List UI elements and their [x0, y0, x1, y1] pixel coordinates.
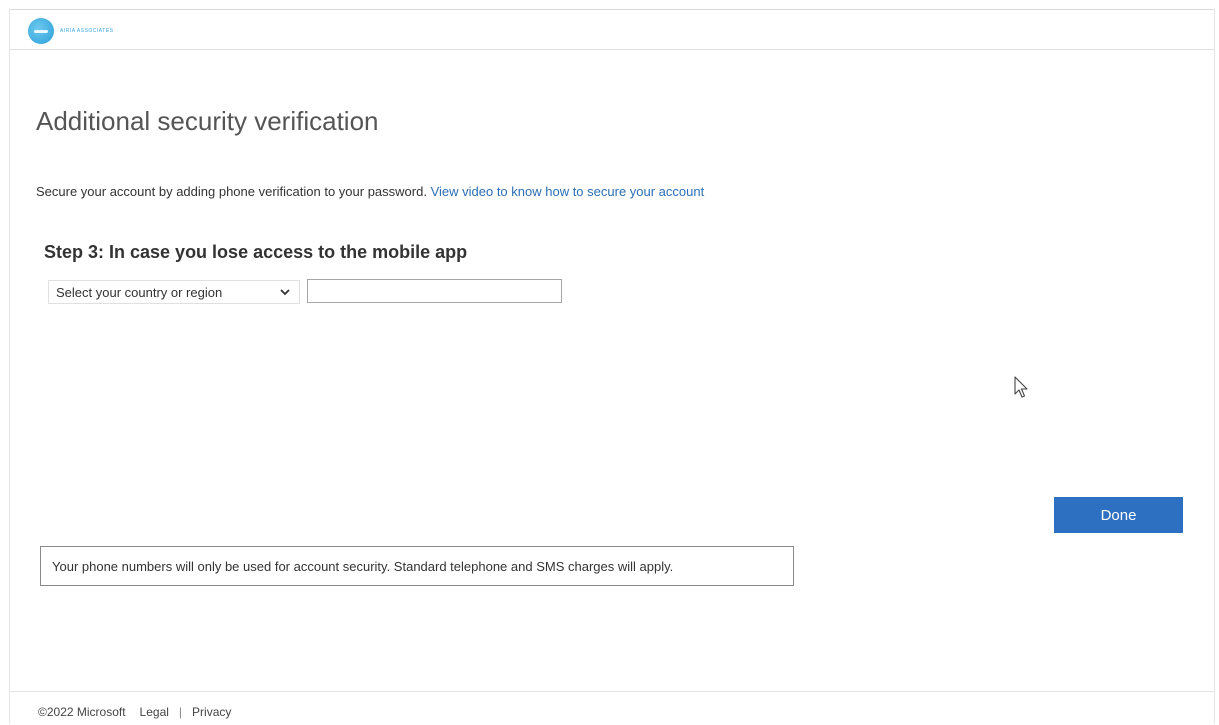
intro-message: Secure your account by adding phone veri…	[36, 184, 431, 199]
page-frame: AIRIA ASSOCIATES Additional security ver…	[9, 9, 1215, 724]
country-region-select[interactable]: Select your country or region	[48, 280, 300, 304]
legal-link[interactable]: Legal	[140, 705, 169, 719]
header: AIRIA ASSOCIATES	[10, 10, 1214, 50]
notice-text: Your phone numbers will only be used for…	[52, 558, 674, 574]
intro-text: Secure your account by adding phone veri…	[36, 184, 704, 199]
logo-text: AIRIA ASSOCIATES	[60, 28, 114, 34]
footer-links: ©2022 Microsoft Legal | Privacy	[38, 705, 231, 719]
logo-icon	[28, 18, 54, 44]
company-logo[interactable]: AIRIA ASSOCIATES	[28, 17, 113, 45]
mouse-pointer-icon	[1014, 376, 1028, 398]
privacy-link[interactable]: Privacy	[192, 705, 231, 719]
footer-separator: |	[178, 705, 183, 719]
footer: ©2022 Microsoft Legal | Privacy	[10, 691, 1214, 725]
step-heading: Step 3: In case you lose access to the m…	[44, 242, 468, 262]
copyright-text: ©2022 Microsoft	[38, 705, 126, 719]
done-button[interactable]: Done	[1054, 497, 1183, 533]
page-title: Additional security verification	[36, 106, 379, 136]
chevron-down-icon	[280, 289, 290, 296]
phone-number-input[interactable]	[307, 279, 562, 303]
country-select-value: Select your country or region	[56, 284, 223, 300]
phone-usage-notice: Your phone numbers will only be used for…	[40, 546, 794, 586]
view-video-link[interactable]: View video to know how to secure your ac…	[431, 184, 705, 199]
